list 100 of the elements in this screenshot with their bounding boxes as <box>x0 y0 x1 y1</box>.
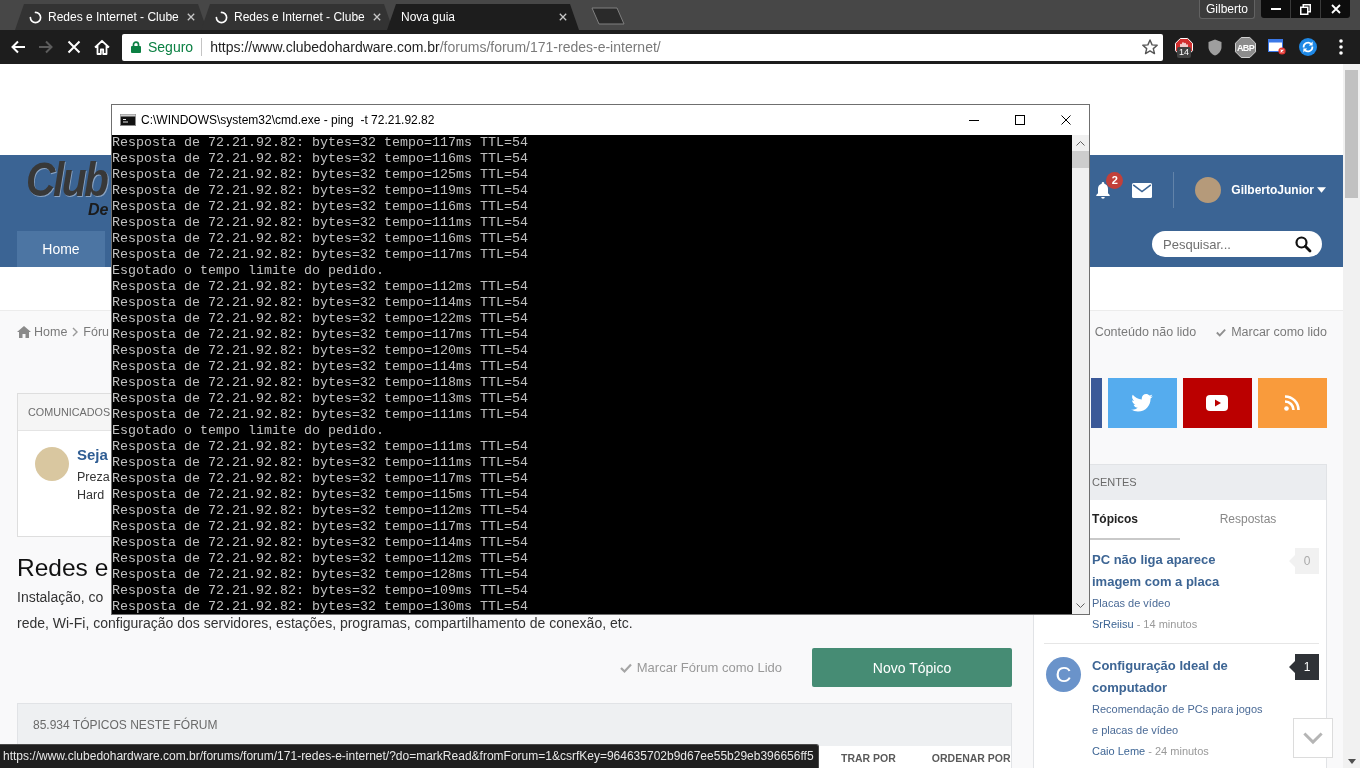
author-link[interactable]: Caio Leme <box>1092 745 1146 757</box>
scrollbar-thumb[interactable] <box>1072 151 1089 168</box>
announcement-text: Preza Hard <box>77 469 110 504</box>
console-line: Resposta de 72.21.92.82: bytes=32 tempo=111ms TTL=54 <box>112 407 528 423</box>
console-line: Resposta de 72.21.92.82: bytes=32 tempo=109ms TTL=54 <box>112 583 528 599</box>
video-play-icon <box>1206 395 1229 411</box>
logo-text: Club <box>26 159 107 201</box>
search-icon[interactable] <box>1295 236 1311 252</box>
forum-description: Instalação, co <box>17 588 104 607</box>
forum-link[interactable]: Placas de vídeo <box>1092 593 1267 614</box>
panel-header: 85.934 TÓPICOS NESTE FÓRUM <box>18 704 1011 746</box>
address-bar[interactable]: Seguro https://www.clubedohardware.com.br/forums/forum/171-redes-e-internet/ <box>122 33 1163 61</box>
home-icon[interactable] <box>94 39 110 55</box>
forum-description: rede, Wi-Fi, configuração dos servidores, estações, programas, compartilhamento de conexão, etc. <box>17 615 633 631</box>
author-link[interactable]: SrReiisu <box>1092 618 1134 630</box>
console-line: Resposta de 72.21.92.82: bytes=32 tempo=111ms TTL=54 <box>112 215 528 231</box>
console-line: Resposta de 72.21.92.82: bytes=32 tempo=117ms TTL=54 <box>112 327 528 343</box>
console-line: Resposta de 72.21.92.82: bytes=32 tempo=115ms TTL=54 <box>112 487 528 503</box>
bell-icon[interactable] <box>1095 181 1112 199</box>
social-button[interactable] <box>1182 378 1252 428</box>
maximize-icon[interactable] <box>1015 115 1025 125</box>
octagon-badge-icon[interactable]: ABP <box>1235 36 1256 58</box>
shield-icon[interactable] <box>1207 38 1222 56</box>
console-line: Resposta de 72.21.92.82: bytes=32 tempo=114ms TTL=54 <box>112 535 528 551</box>
restore-icon[interactable] <box>1300 3 1311 15</box>
console-line: Resposta de 72.21.92.82: bytes=32 tempo=118ms TTL=54 <box>112 375 528 391</box>
filter-menu[interactable]: TRAR POR <box>841 751 896 765</box>
card-header: COMUNICADOS <box>18 394 111 431</box>
console-line: Resposta de 72.21.92.82: bytes=32 tempo=120ms TTL=54 <box>112 343 528 359</box>
console-line: Resposta de 72.21.92.82: bytes=32 tempo=116ms TTL=54 <box>112 151 528 167</box>
mark-read-link[interactable]: Marcar como lido <box>1216 325 1327 339</box>
new-tab-button[interactable] <box>591 7 625 25</box>
status-url: https://www.clubedohardware.com.br/forums/forum/171-redes-e-internet/?do=markRead&fromForum=1&csrfKey=964635702b9d67ee55b29eb396656ff5 <box>0 744 819 768</box>
console-line: Resposta de 72.21.92.82: bytes=32 tempo=112ms TTL=54 <box>112 503 528 519</box>
check-icon <box>1216 327 1227 337</box>
user-avatar <box>1195 177 1222 203</box>
console-line: Resposta de 72.21.92.82: bytes=32 tempo=116ms TTL=54 <box>112 199 528 215</box>
menu-icon[interactable] <box>1339 39 1343 55</box>
console-line: Resposta de 72.21.92.82: bytes=32 tempo=117ms TTL=54 <box>112 247 528 263</box>
bird-icon <box>1131 394 1154 412</box>
console-line: Resposta de 72.21.92.82: bytes=32 tempo=116ms TTL=54 <box>112 231 528 247</box>
topic-title-link[interactable]: Configuração Ideal de computador <box>1092 655 1267 699</box>
post-time: - 14 minutos <box>1136 618 1198 630</box>
forum-title: Redes e <box>17 553 109 583</box>
user-menu-button[interactable]: GilbertoJunior <box>1231 183 1326 197</box>
logo-subtitle: De <box>88 201 109 219</box>
breadcrumb-link[interactable]: Fóru <box>83 325 110 339</box>
home-icon <box>17 326 31 338</box>
console-line: Esgotado o tempo limite do pedido. <box>112 263 384 279</box>
url-text: https://www.clubedohardware.com.br/forums/forum/171-redes-e-internet/ <box>210 39 661 55</box>
window-icon[interactable] <box>1267 39 1286 55</box>
console-line: Resposta de 72.21.92.82: bytes=32 tempo=128ms TTL=54 <box>112 567 528 583</box>
post-time: - 24 minutos <box>1148 745 1209 757</box>
console-line: Resposta de 72.21.92.82: bytes=32 tempo=113ms TTL=54 <box>112 391 528 407</box>
profile-button[interactable]: Gilberto <box>1199 0 1255 19</box>
console-line: Resposta de 72.21.92.82: bytes=32 tempo=117ms TTL=54 <box>112 519 528 535</box>
extension-badge: 14 <box>1177 46 1191 58</box>
check-icon <box>619 662 632 673</box>
console-line: Esgotado o tempo limite do pedido. <box>112 423 384 439</box>
console-line: Resposta de 72.21.92.82: bytes=32 tempo=130ms TTL=54 <box>112 599 528 614</box>
topic-title-link[interactable]: PC não liga aparece imagem com a placa <box>1092 549 1267 593</box>
console-line: Resposta de 72.21.92.82: bytes=32 tempo=117ms TTL=54 <box>112 471 528 487</box>
notification-badge: 2 <box>1106 172 1124 189</box>
new-topic-button[interactable]: Novo Tópico <box>812 648 1012 687</box>
unread-content-link[interactable]: Conteúdo não lido <box>1094 325 1197 339</box>
console-line: Resposta de 72.21.92.82: bytes=32 tempo=117ms TTL=54 <box>112 135 528 151</box>
lock-icon <box>131 41 141 53</box>
back-icon[interactable] <box>10 39 26 55</box>
announcement-title[interactable]: Seja <box>77 445 110 465</box>
minimize-icon[interactable] <box>1270 8 1281 10</box>
star-icon[interactable] <box>1142 39 1158 55</box>
console-line: Resposta de 72.21.92.82: bytes=32 tempo=114ms TTL=54 <box>112 359 528 375</box>
console-line: Resposta de 72.21.92.82: bytes=32 tempo=111ms TTL=54 <box>112 455 528 471</box>
scroll-down-arrow-icon[interactable] <box>1347 759 1356 764</box>
minimize-icon[interactable] <box>969 119 979 121</box>
console-line: Resposta de 72.21.92.82: bytes=32 tempo=112ms TTL=54 <box>112 279 528 295</box>
scrollbar-thumb[interactable] <box>1345 70 1358 198</box>
nav-tab[interactable]: Home <box>17 231 105 267</box>
rss-icon <box>1284 395 1301 411</box>
reply-count: 0 <box>1289 548 1319 574</box>
stop-icon[interactable] <box>66 39 82 55</box>
letter-avatar: C <box>1046 657 1081 692</box>
console-line: Resposta de 72.21.92.82: bytes=32 tempo=122ms TTL=54 <box>112 311 528 327</box>
console-line: Resposta de 72.21.92.82: bytes=32 tempo=125ms TTL=54 <box>112 167 528 183</box>
search-bar[interactable]: Pesquisar... <box>1152 231 1322 257</box>
console-line: Resposta de 72.21.92.82: bytes=32 tempo=119ms TTL=54 <box>112 183 528 199</box>
console-line: Resposta de 72.21.92.82: bytes=32 tempo=114ms TTL=54 <box>112 295 528 311</box>
sync-icon[interactable] <box>1298 38 1317 56</box>
breadcrumb-link[interactable]: Home <box>17 325 68 339</box>
mail-icon[interactable] <box>1132 182 1153 198</box>
search-input[interactable]: Pesquisar... <box>1163 236 1295 252</box>
console-line: Resposta de 72.21.92.82: bytes=32 tempo=112ms TTL=54 <box>112 551 528 567</box>
close-icon[interactable] <box>1061 115 1071 125</box>
sort-menu[interactable]: ORDENAR POR <box>931 751 1011 765</box>
browser-tab[interactable]: Nova guia <box>387 4 579 30</box>
security-label: Seguro <box>148 39 194 55</box>
forum-link[interactable]: Recomendação de PCs para jogos e placas de vídeo <box>1092 699 1267 741</box>
window-title: C:\WINDOWS\system32\cmd.exe - ping -t 72.21.92.82 <box>141 113 435 127</box>
panel-tab[interactable]: Respostas <box>1180 500 1326 540</box>
author-avatar <box>35 447 69 481</box>
